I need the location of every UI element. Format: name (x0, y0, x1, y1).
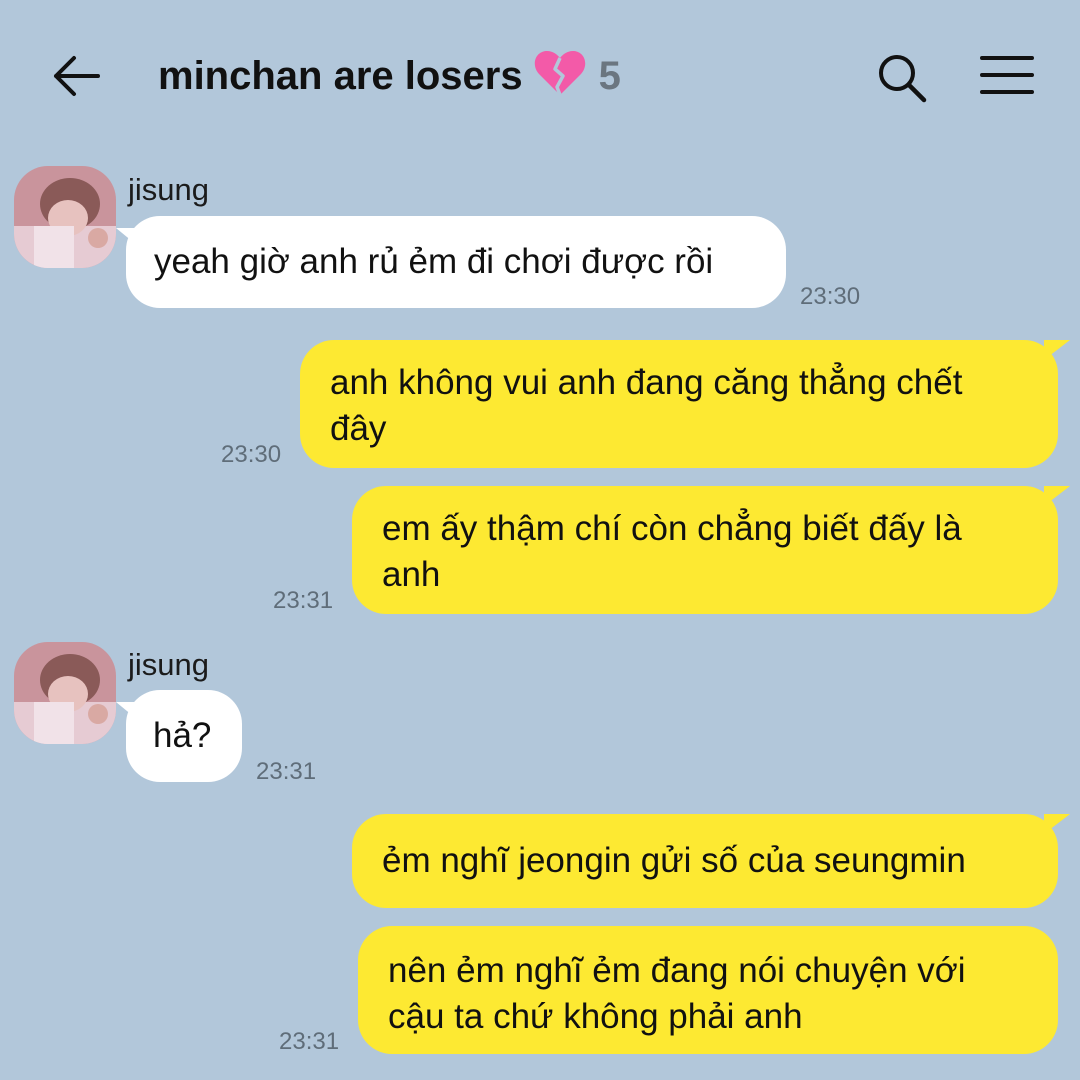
back-arrow-icon[interactable] (52, 54, 100, 98)
avatar[interactable] (14, 642, 116, 744)
message-bubble-outgoing[interactable]: em ấy thậm chí còn chẳng biết đấy là anh (352, 486, 1070, 614)
avatar[interactable] (14, 166, 116, 268)
avatar-photo (14, 642, 116, 744)
message-text: ẻm nghĩ jeongin gửi số của seungmin (382, 841, 966, 880)
message-timestamp: 23:30 (800, 283, 861, 310)
message-timestamp: 23:31 (279, 1028, 340, 1055)
message-text-line: anh không vui anh đang căng thẳng chết (330, 363, 963, 402)
message-text-line: anh (382, 555, 441, 594)
message-text: yeah giờ anh rủ ẻm đi chơi được rồi (154, 242, 714, 281)
message-bubble-outgoing[interactable]: ẻm nghĩ jeongin gửi số của seungmin (352, 814, 1070, 908)
message-text-line: cậu ta chứ không phải anh (388, 997, 803, 1036)
search-icon[interactable] (876, 52, 928, 104)
message-text-line: nên ẻm nghĩ ẻm đang nói chuyện với (388, 951, 966, 990)
chat-title: minchan are losers 5 (158, 48, 621, 104)
menu-icon[interactable] (980, 54, 1034, 96)
member-count: 5 (598, 54, 621, 98)
message-text-line: đây (330, 409, 387, 448)
message-timestamp: 23:31 (256, 758, 317, 785)
broken-heart-icon (534, 50, 585, 96)
chat-title-text: minchan are losers (158, 54, 523, 98)
message-bubble-incoming[interactable]: yeah giờ anh rủ ẻm đi chơi được rồi (116, 216, 786, 308)
message-bubble-outgoing[interactable]: anh không vui anh đang căng thẳng chết đ… (300, 340, 1070, 468)
message-bubble-incoming[interactable]: hả? (116, 690, 242, 782)
chat-header: minchan are losers 5 (0, 0, 1080, 150)
sender-name: jisung (128, 172, 209, 207)
message-text-line: em ấy thậm chí còn chẳng biết đấy là (382, 509, 962, 548)
sender-name: jisung (128, 647, 209, 682)
message-text: hả? (153, 716, 212, 755)
message-bubble-outgoing[interactable]: nên ẻm nghĩ ẻm đang nói chuyện với cậu t… (358, 926, 1058, 1054)
avatar-photo (14, 166, 116, 268)
message-timestamp: 23:31 (273, 587, 334, 614)
message-timestamp: 23:30 (221, 441, 282, 468)
